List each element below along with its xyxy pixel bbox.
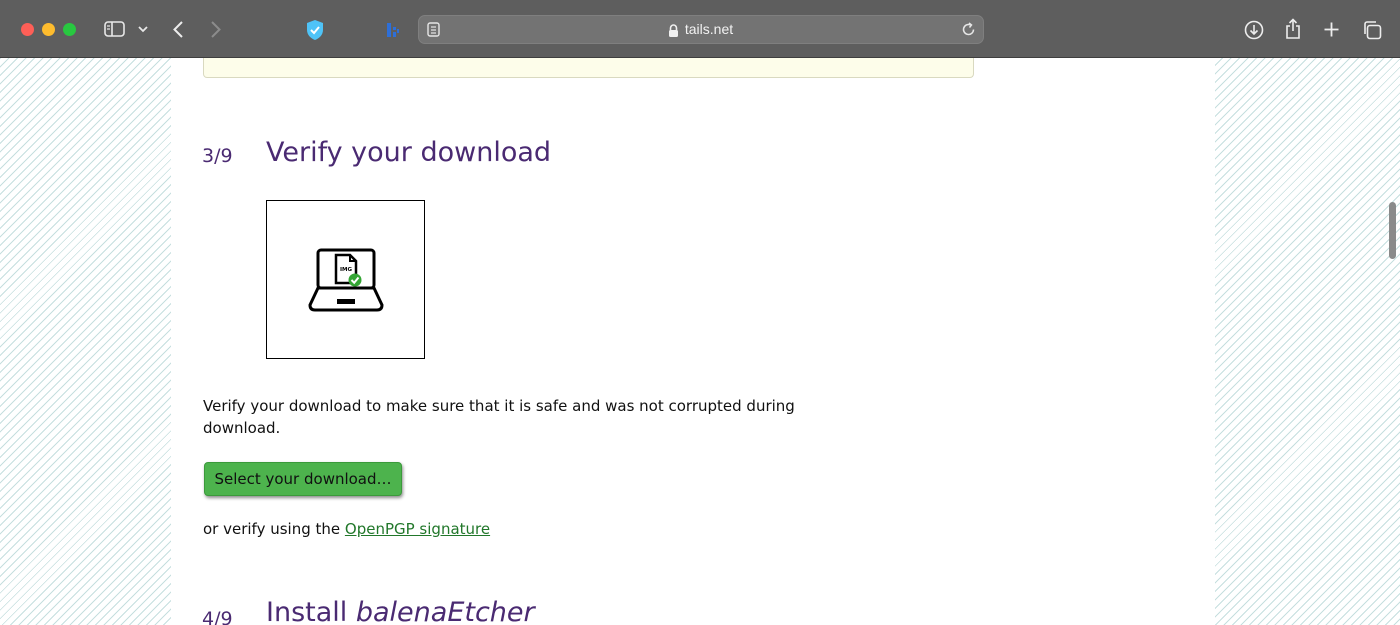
page-content: 3/9 Verify your download IMG Verify your… — [171, 58, 1215, 625]
shield-check-icon[interactable] — [304, 18, 326, 42]
scrollbar-thumb[interactable] — [1389, 202, 1396, 259]
download-icon[interactable] — [1243, 19, 1264, 40]
step-3-title: Verify your download — [266, 137, 552, 168]
address-text: tails.net — [684, 21, 734, 37]
openpgp-signature-link[interactable]: OpenPGP signature — [345, 520, 490, 538]
minimize-window-button[interactable] — [42, 23, 55, 36]
illustration-label: IMG — [340, 267, 353, 273]
step-3-number: 3/9 — [202, 145, 233, 167]
step-4-number: 4/9 — [202, 608, 233, 625]
share-icon[interactable] — [1284, 17, 1302, 40]
new-tab-icon[interactable] — [1323, 21, 1340, 38]
step-4-title: Install balenaEtcher — [266, 597, 535, 625]
extension-icon[interactable] — [384, 20, 402, 40]
reload-icon[interactable] — [961, 22, 976, 41]
select-download-button[interactable]: Select your download… — [204, 462, 402, 496]
step-3-description: Verify your download to make sure that i… — [203, 397, 795, 437]
verify-download-illustration: IMG — [266, 200, 425, 359]
alternate-verify-prefix: or verify using the — [203, 520, 345, 538]
sidebar-icon[interactable] — [103, 20, 125, 38]
chevron-down-icon[interactable] — [137, 24, 149, 34]
browser-toolbar: tails.net — [0, 0, 1400, 58]
note-box — [203, 58, 974, 78]
address-bar[interactable]: tails.net — [418, 15, 984, 44]
page-viewport: 3/9 Verify your download IMG Verify your… — [0, 58, 1400, 625]
close-window-button[interactable] — [21, 23, 34, 36]
laptop-verified-image-icon: IMG — [307, 248, 384, 311]
step-4-title-prefix: Install — [266, 597, 356, 625]
zoom-window-button[interactable] — [63, 23, 76, 36]
alternate-verify-text: or verify using the OpenPGP signature — [203, 520, 490, 538]
back-icon[interactable] — [170, 19, 186, 39]
forward-icon[interactable] — [208, 19, 224, 39]
tabs-overview-icon[interactable] — [1361, 19, 1382, 40]
step-4-title-emphasis: balenaEtcher — [355, 597, 535, 625]
